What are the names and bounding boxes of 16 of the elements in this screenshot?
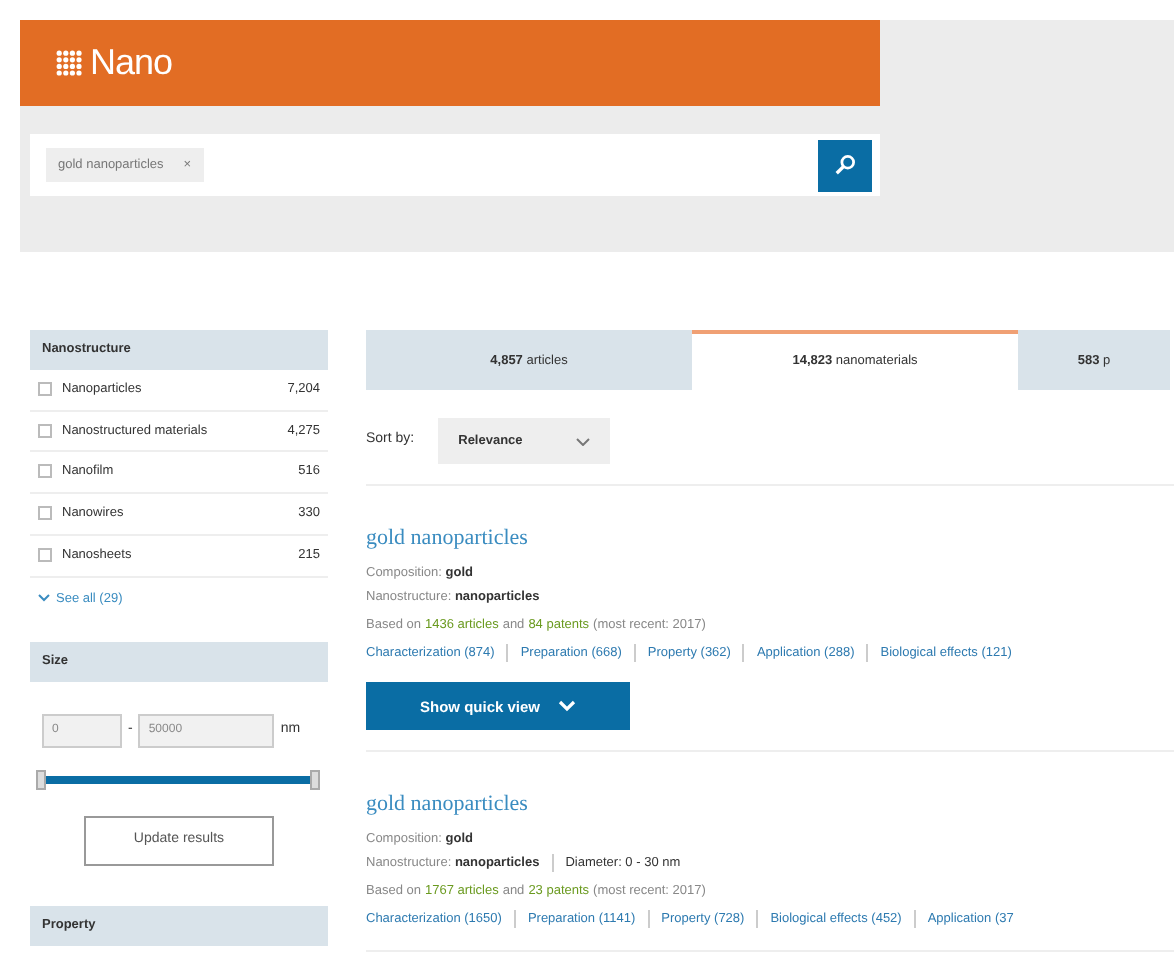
slider-handle[interactable] bbox=[36, 770, 46, 790]
checkbox[interactable] bbox=[38, 506, 52, 520]
logo-text[interactable]: Nano bbox=[90, 36, 173, 90]
caret-icon bbox=[576, 437, 591, 445]
checkbox[interactable] bbox=[38, 547, 52, 562]
slider-handle[interactable] bbox=[310, 770, 320, 790]
checkbox[interactable] bbox=[38, 464, 52, 479]
result-title-link[interactable]: gold nanoparticles bbox=[366, 788, 1174, 822]
search-icon bbox=[834, 154, 856, 176]
checkbox[interactable] bbox=[38, 423, 52, 437]
result-title-link[interactable]: gold nanoparticles bbox=[366, 522, 1174, 555]
grid-logo-icon bbox=[56, 50, 82, 76]
chevron-down-icon bbox=[38, 593, 50, 602]
search-button[interactable] bbox=[818, 139, 872, 191]
chevron-down-icon bbox=[558, 700, 576, 713]
checkbox[interactable] bbox=[38, 381, 52, 396]
